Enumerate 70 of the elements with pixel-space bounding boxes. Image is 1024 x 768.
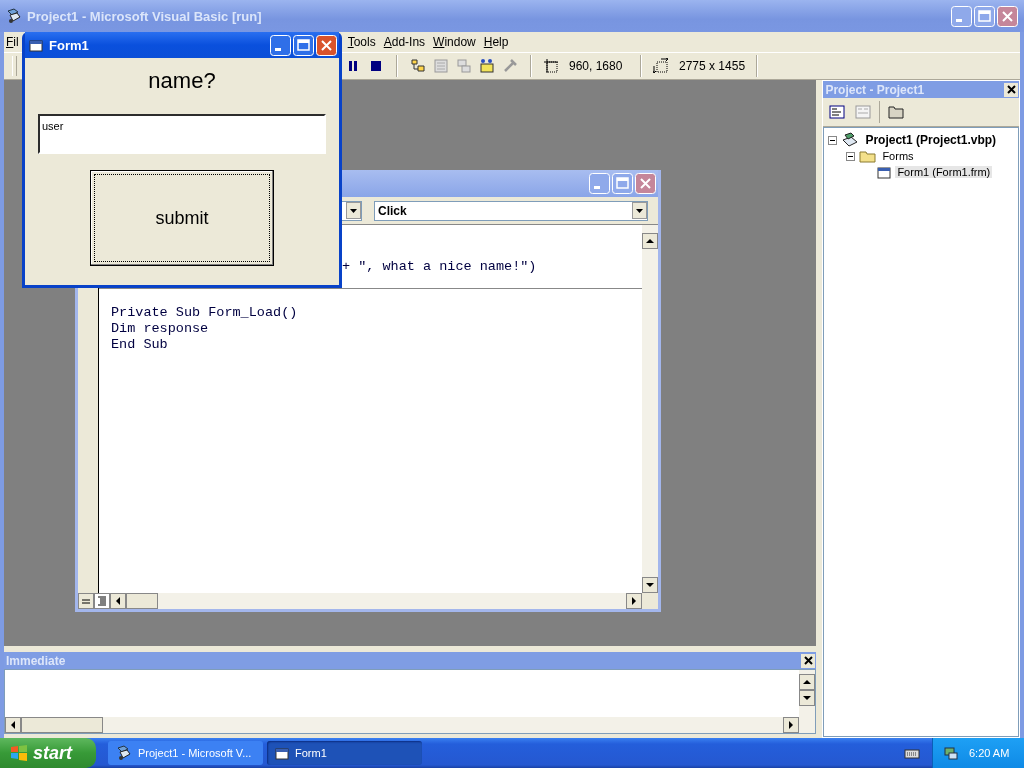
window-title: Form1 — [49, 37, 90, 53]
object-dropdown[interactable] — [341, 200, 362, 221]
scroll-down-button[interactable] — [799, 690, 816, 706]
menu-item[interactable]: Help — [479, 35, 513, 49]
menu-item[interactable]: Fil — [6, 35, 19, 49]
vertical-scrollbar[interactable] — [799, 670, 816, 733]
project-icon — [841, 132, 860, 148]
taskbar-button[interactable]: Project1 - Microsoft V... — [108, 741, 263, 765]
close-icon — [1006, 85, 1016, 94]
close-button[interactable] — [801, 653, 816, 668]
caret-icon — [636, 208, 643, 213]
menu-item[interactable]: Add-Ins — [379, 35, 430, 49]
menu-item[interactable]: Window — [429, 35, 480, 49]
horizontal-scrollbar[interactable] — [5, 717, 800, 733]
tree-icon[interactable] — [409, 57, 427, 75]
collapse-icon[interactable] — [846, 151, 856, 161]
prompt-label: name? — [148, 68, 216, 95]
scroll-left-button[interactable] — [5, 717, 21, 733]
network-icon[interactable] — [943, 745, 959, 761]
size-readout: 2775 x 1455 — [679, 59, 746, 73]
scroll-left-button[interactable] — [110, 593, 126, 609]
collapse-icon[interactable] — [828, 135, 838, 145]
clock: 6:20 AM — [969, 747, 1010, 759]
windows-logo-icon — [10, 744, 28, 762]
code-editor[interactable]: + ", what a nice name!") Private Sub Form_Load() Dim response End Sub — [99, 225, 642, 593]
vertical-scrollbar[interactable] — [642, 225, 658, 593]
scroll-thumb[interactable] — [126, 593, 158, 609]
tree-item[interactable]: Forms — [880, 150, 916, 162]
name-field[interactable]: user — [38, 114, 326, 154]
form-icon — [275, 746, 289, 760]
scroll-down-button[interactable] — [642, 577, 658, 593]
close-button[interactable] — [1004, 82, 1018, 97]
toolbox-icon[interactable] — [478, 57, 496, 75]
menu-item[interactable]: Tools — [343, 35, 380, 49]
window-title: Project1 - Microsoft Visual Basic [run] — [27, 8, 263, 24]
folder-icon[interactable] — [888, 105, 905, 119]
size-icon — [653, 58, 669, 74]
tree-item[interactable]: Form1 (Form1.frm) — [895, 166, 993, 178]
horizontal-scrollbar[interactable] — [110, 593, 642, 609]
folder-icon — [859, 149, 877, 163]
code-line: End Sub — [111, 337, 169, 353]
start-button[interactable]: start — [0, 738, 96, 768]
procedure-view-button[interactable] — [78, 593, 94, 609]
submit-button[interactable]: submit — [90, 170, 274, 266]
application-icon — [116, 745, 132, 761]
minimize-button[interactable] — [270, 34, 291, 56]
close-icon — [803, 656, 813, 665]
position-icon — [543, 58, 559, 74]
scroll-up-button[interactable] — [642, 233, 658, 249]
form-icon — [29, 38, 43, 52]
full-module-view-button[interactable] — [94, 593, 110, 609]
position-readout: 960, 1680 — [569, 59, 623, 73]
caret-icon — [350, 208, 357, 213]
code-line: + ", what a nice name!") — [342, 259, 538, 275]
tree-item[interactable]: Project1 (Project1.vbp) — [863, 133, 999, 147]
code-line: Dim response — [111, 321, 210, 337]
keyboard-icon[interactable] — [904, 747, 920, 759]
panel-title: Immediate — [6, 653, 66, 668]
maximize-button[interactable] — [293, 34, 314, 56]
application-icon — [6, 8, 22, 24]
scroll-right-button[interactable] — [783, 717, 800, 733]
procedure-dropdown[interactable]: Click — [374, 200, 648, 221]
scroll-thumb[interactable] — [21, 717, 103, 733]
scroll-up-button[interactable] — [799, 674, 816, 690]
panel-title: Project - Project1 — [825, 82, 925, 97]
view-code-icon[interactable] — [829, 105, 846, 119]
form-icon — [877, 165, 892, 179]
taskbar-button[interactable]: Form1 — [267, 741, 422, 765]
scroll-right-button[interactable] — [626, 593, 642, 609]
code-line: Private Sub Form_Load() — [111, 305, 299, 321]
